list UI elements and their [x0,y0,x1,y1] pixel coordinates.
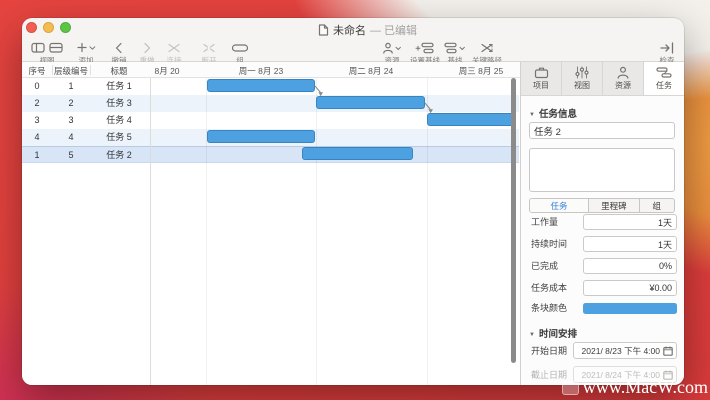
app-window: 未命名 — 已编辑 视图 添加 撤销 重做 连接 断开 组 资源 设置基线 基线… [22,18,684,385]
segment-milestone[interactable]: 里程碑 [589,199,640,212]
titlebar[interactable]: 未命名 — 已编辑 [22,18,684,40]
toolbar: 视图 添加 撤销 重做 连接 断开 组 资源 设置基线 基线 关键路径 检查 [22,40,684,65]
segment-group[interactable]: 组 [640,199,674,212]
person-icon [617,66,629,79]
calendar-icon [663,345,673,356]
critical-path-icon [469,42,505,54]
gantt-bar-task-3[interactable] [316,96,425,109]
gantt-bars-icon [656,67,672,78]
inspector-panel: 项目 视图 资源 任务 ▼ 任务信息 任务 2 任务 里程碑 组 工作量 1天 … [520,62,684,385]
document-title: 未命名 [333,25,366,37]
briefcase-icon [534,67,548,79]
plus-icon [70,42,102,54]
effort-label: 工作量 [531,217,559,227]
gantt-bar-task-1[interactable] [207,79,315,92]
gantt-bar-task-4[interactable] [427,113,511,126]
task-row-selected[interactable]: 1 5 任务 2 [22,146,519,163]
inspector-tabbar: 项目 视图 资源 任务 [521,62,684,96]
timeline-day-label: 8月 20 [154,66,180,76]
task-type-segmented-control: 任务 里程碑 组 [529,198,675,213]
completed-label: 已完成 [531,261,559,271]
timeline-day-label: 周二 8月 24 [348,66,394,76]
close-button[interactable] [26,22,37,33]
set-baseline-icon [407,42,443,54]
tab-view[interactable]: 视图 [562,62,603,95]
duration-input[interactable] [583,236,677,252]
table-gantt-divider[interactable] [150,62,151,385]
vertical-scrollbar[interactable] [511,78,516,363]
column-header-title[interactable]: 标题 [90,65,148,77]
bar-color-label: 条块颜色 [531,303,568,313]
gantt-bar-task-2[interactable] [302,147,413,160]
chevron-right-icon [133,42,161,54]
column-header-level[interactable]: 层级编号 [52,65,90,77]
start-date-field[interactable]: 2021/ 8/23 下午 4:00 [573,342,677,359]
day-gridline [206,78,207,385]
start-date-label: 开始日期 [531,346,568,356]
gantt-view: 0 1 任务 1 2 2 任务 3 3 3 任务 4 4 4 任务 5 1 5 … [22,62,520,385]
document-icon [318,24,329,36]
baseline-icon [440,42,470,54]
effort-input[interactable] [583,214,677,230]
completed-input[interactable] [583,258,677,274]
duration-label: 持续时间 [531,239,568,249]
section-task-info[interactable]: ▼ 任务信息 [529,106,577,120]
hand-cursor-icon [561,380,579,395]
segment-task[interactable]: 任务 [530,199,590,212]
chevron-left-icon [105,42,133,54]
disclosure-triangle-icon: ▼ [529,332,535,338]
tab-task[interactable]: 任务 [644,62,684,95]
task-name-input[interactable] [529,122,675,139]
day-gridline [316,78,317,385]
tab-project[interactable]: 项目 [521,62,562,95]
timeline-day-label: 周一 8月 23 [238,66,284,76]
grid-header: 序号 层级编号 标题 8月 20 周一 8月 23 周二 8月 24 周三 8月… [22,62,520,78]
zoom-button[interactable] [60,22,71,33]
person-icon [374,42,410,54]
edited-status: — 已编辑 [370,25,418,37]
inspect-panel-icon [652,42,682,54]
gantt-bar-task-5[interactable] [207,130,315,143]
minimize-button[interactable] [43,22,54,33]
task-cost-label: 任务成本 [531,283,568,293]
column-header-seq[interactable]: 序号 [22,65,52,77]
task-row[interactable]: 2 2 任务 3 [22,95,519,112]
window-title: 未命名 — 已编辑 [318,22,417,38]
section-schedule[interactable]: ▼ 时间安排 [529,326,577,340]
disclosure-triangle-icon: ▼ [529,112,535,118]
view-icons [26,42,68,54]
watermark: www.MacW.com [561,377,708,398]
tab-resources[interactable]: 资源 [603,62,644,95]
sliders-icon [575,66,589,79]
task-cost-input[interactable] [583,280,677,296]
link-icon [159,42,189,54]
group-bar-icon [226,42,254,54]
bar-color-well[interactable] [583,303,677,314]
unlink-icon [194,42,224,54]
task-notes-input[interactable] [529,148,675,192]
timeline-day-label: 周三 8月 25 [458,66,504,76]
traffic-lights [26,22,71,33]
